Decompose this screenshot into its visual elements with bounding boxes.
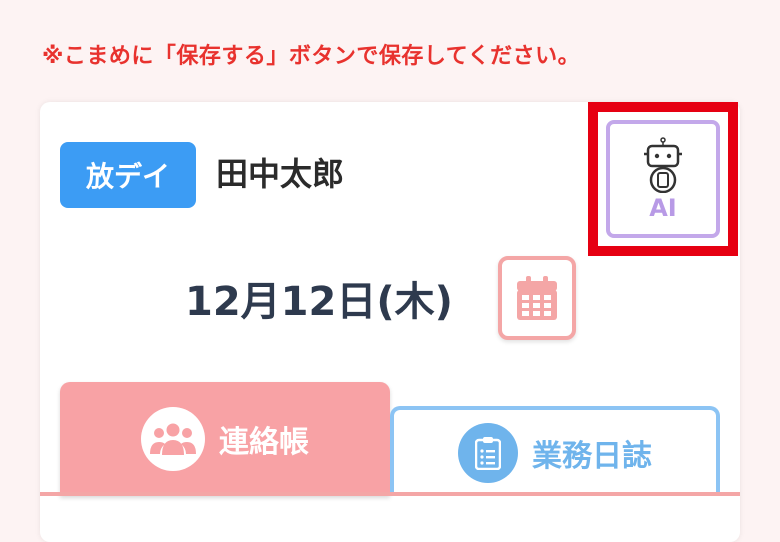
tab-gyomu-nisshi-label: 業務日誌 [532,439,652,474]
tab-divider [40,492,740,496]
calendar-icon [517,276,557,320]
tab-renrakucho-label: 連絡帳 [219,425,309,460]
child-name: 田中太郎 [216,155,345,193]
robot-icon [644,137,682,193]
group-icon [141,407,205,471]
service-type-badge: 放デイ [60,142,196,208]
tab-gyomu-nisshi[interactable]: 業務日誌 [390,406,720,496]
record-date: 12月12日(木) [185,279,453,325]
ai-button[interactable]: AI [606,120,720,238]
save-reminder-notice: ※こまめに「保存する」ボタンで保存してください。 [42,44,581,69]
calendar-button[interactable] [498,256,576,340]
tab-renrakucho[interactable]: 連絡帳 [60,382,390,496]
record-card: 放デイ 田中太郎 AI 12月12日(木) 連絡帳 業務日誌 [40,102,740,542]
ai-button-label: AI [649,194,677,222]
clipboard-list-icon [458,423,518,483]
